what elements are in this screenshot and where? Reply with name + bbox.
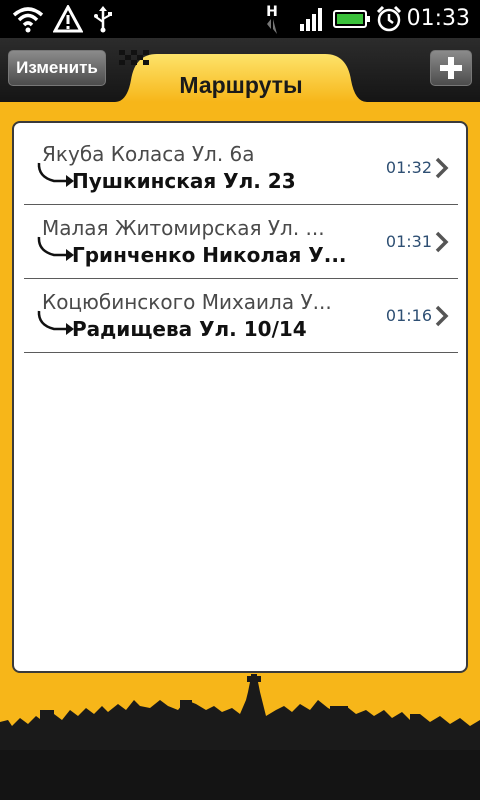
route-from: Коцюбинского Михаила У... (42, 290, 332, 314)
chevron-right-icon (435, 231, 449, 253)
route-from: Малая Житомирская Ул. ... (42, 216, 325, 240)
page-title: Маршруты (179, 72, 303, 98)
route-time: 01:32 (385, 158, 432, 177)
edit-button[interactable]: Изменить (8, 50, 106, 86)
route-to: Радищева Ул. 10/14 (72, 317, 307, 341)
alarm-icon (374, 0, 404, 38)
screen: H 01:33 Изменить Маршруты Якуба Коласа У… (0, 0, 480, 800)
plus-icon (440, 57, 462, 79)
h-network-icon: H (262, 0, 282, 38)
add-route-button[interactable] (430, 50, 472, 86)
route-to: Пушкинская Ул. 23 (72, 169, 296, 193)
status-time: 01:33 (406, 6, 470, 31)
signal-icon (298, 0, 326, 38)
city-skyline-illustration (0, 674, 480, 800)
route-to: Гринченко Николая У... (72, 243, 347, 267)
battery-icon (332, 0, 372, 38)
route-time: 01:16 (385, 306, 432, 325)
header-bar: Изменить Маршруты (0, 38, 480, 102)
route-item[interactable]: Якуба Коласа Ул. 6а Пушкинская Ул. 23 01… (24, 131, 458, 205)
routes-list: Якуба Коласа Ул. 6а Пушкинская Ул. 23 01… (12, 121, 468, 673)
network-type-label: H (266, 4, 278, 20)
warning-icon (52, 0, 84, 38)
route-time: 01:31 (385, 232, 432, 251)
route-item[interactable]: Коцюбинского Михаила У... Радищева Ул. 1… (24, 279, 458, 353)
chevron-right-icon (435, 305, 449, 327)
status-bar: H 01:33 (0, 0, 480, 38)
route-item[interactable]: Малая Житомирская Ул. ... Гринченко Нико… (24, 205, 458, 279)
wifi-icon (10, 0, 46, 38)
chevron-right-icon (435, 157, 449, 179)
taxi-checker-icon (119, 50, 149, 65)
title-tab: Маршруты (115, 50, 367, 102)
usb-icon (90, 0, 116, 38)
route-from: Якуба Коласа Ул. 6а (42, 142, 255, 166)
